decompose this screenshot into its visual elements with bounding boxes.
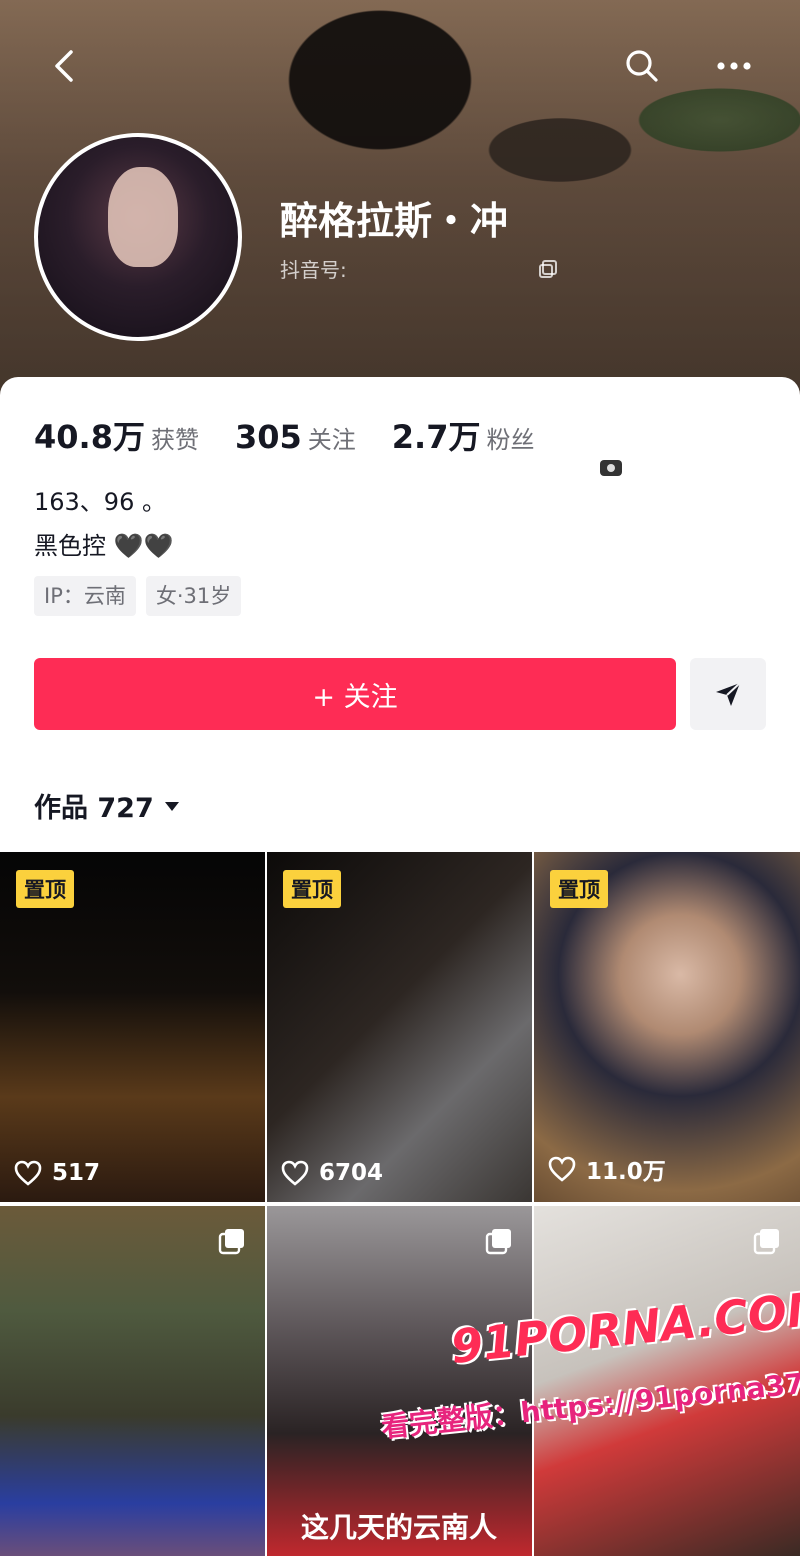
multi-image-icon (753, 1229, 779, 1255)
stat-label: 获赞 (150, 426, 199, 454)
caret-down-icon (164, 801, 179, 811)
douyin-id-label: 抖音号: (280, 258, 347, 282)
pinned-badge: 置顶 (550, 870, 608, 908)
more-button[interactable] (712, 44, 756, 88)
heart-icon (14, 1160, 42, 1186)
pinned-badge: 置顶 (16, 870, 74, 908)
bio: 163、96 。 黑色控 🖤🖤 (34, 480, 173, 568)
stat-likes[interactable]: 40.8万 获赞 (34, 412, 199, 458)
gender-age-tag: 女·31岁 (145, 576, 242, 616)
douyin-id: 抖音号: (280, 254, 559, 283)
search-button[interactable] (620, 44, 664, 88)
like-count-value: 517 (52, 1160, 101, 1186)
copy-icon[interactable] (537, 258, 559, 280)
video-caption: 这几天的云南人 (301, 1511, 498, 1544)
works-label: 作品 727 (34, 793, 154, 824)
stats-row: 40.8万 获赞 305 关注 2.7万 粉丝 (34, 412, 570, 458)
multi-image-icon (218, 1229, 244, 1255)
video-tile[interactable] (534, 1206, 800, 1556)
works-tab[interactable]: 作品 727 (34, 786, 180, 825)
video-grid: 置顶 517 置顶 6704 置顶 11.0万 这几天的云南人 (0, 852, 800, 1556)
stat-label: 粉丝 (486, 426, 535, 454)
heart-icon (548, 1156, 576, 1182)
video-tile[interactable]: 置顶 517 (0, 852, 265, 1202)
like-count-value: 11.0万 (586, 1159, 666, 1185)
stat-following[interactable]: 305 关注 (235, 418, 356, 456)
follow-label: + 关注 (312, 681, 398, 713)
chevron-left-icon (55, 50, 73, 82)
ip-location-tag: IP：云南 (34, 576, 136, 616)
stat-value: 305 (234, 418, 302, 456)
bio-line-2: 黑色控 🖤🖤 (34, 532, 174, 560)
back-button[interactable] (42, 44, 86, 88)
display-name: 醉格拉斯・冲 (280, 199, 509, 243)
stat-value: 2.7万 (391, 418, 481, 456)
heart-icon (281, 1160, 309, 1186)
multi-image-icon (485, 1229, 511, 1255)
like-count: 11.0万 (548, 1152, 666, 1186)
stat-label: 关注 (307, 426, 356, 454)
more-icon (717, 62, 751, 70)
message-button[interactable] (690, 658, 766, 730)
profile-tags: IP：云南 女·31岁 (34, 576, 242, 616)
like-count: 6704 (281, 1160, 383, 1186)
video-tile[interactable]: 置顶 11.0万 (534, 852, 800, 1202)
bio-line-1: 163、96 。 (34, 488, 166, 516)
like-count-value: 6704 (319, 1160, 384, 1186)
follow-button[interactable]: + 关注 (34, 658, 676, 730)
avatar[interactable] (34, 133, 242, 341)
video-tile[interactable] (0, 1206, 265, 1556)
sticker-icon (598, 456, 624, 484)
video-tile[interactable]: 这几天的云南人 (267, 1206, 532, 1556)
pinned-badge: 置顶 (283, 870, 341, 908)
video-tile[interactable]: 置顶 6704 (267, 852, 532, 1202)
search-icon (626, 50, 658, 82)
stat-followers[interactable]: 2.7万 粉丝 (392, 412, 535, 458)
like-count: 517 (14, 1160, 100, 1186)
send-icon (716, 682, 741, 706)
stat-value: 40.8万 (34, 418, 145, 456)
